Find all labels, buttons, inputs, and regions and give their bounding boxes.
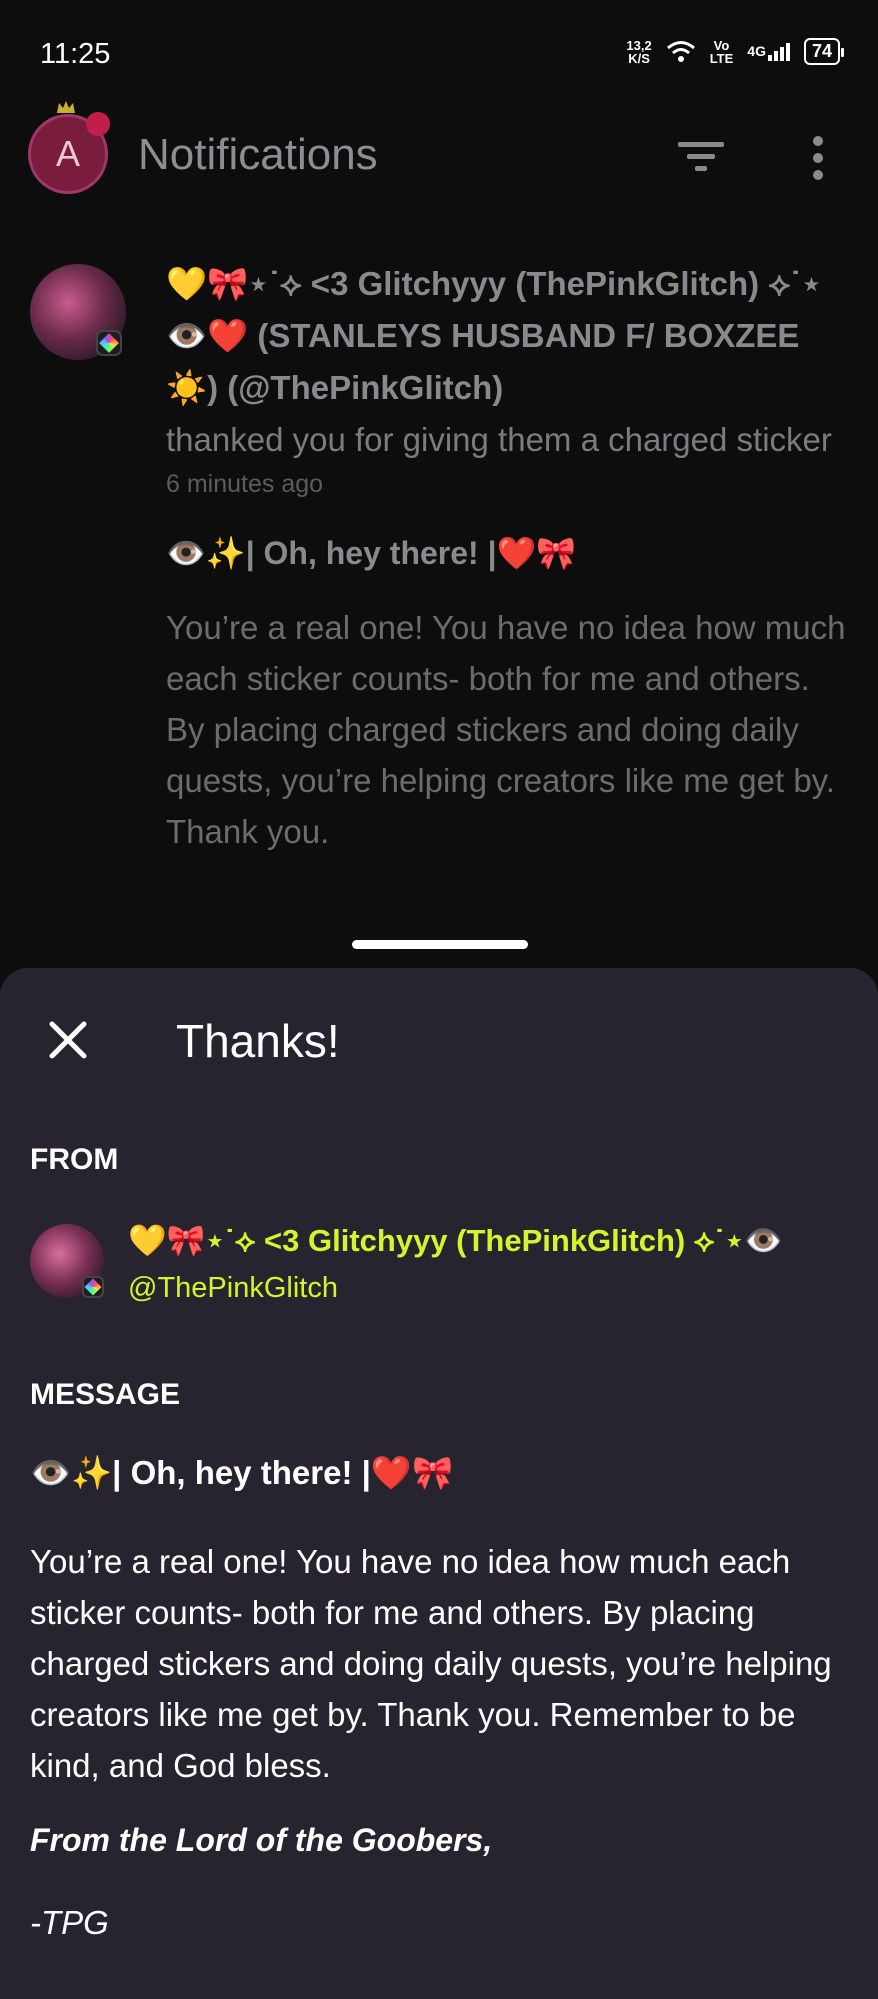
status-bar: 11:25 13,2 K/S Vo LTE 4G 74 (0, 0, 878, 110)
avatar-notification-dot (86, 112, 110, 136)
status-icons: 13,2 K/S Vo LTE 4G 74 (626, 37, 845, 66)
from-badge-icon (82, 1276, 104, 1298)
signal-icon: 4G (747, 42, 790, 61)
crown-icon (57, 101, 75, 113)
wifi-icon (666, 40, 695, 62)
net-speed: 13,2 K/S (626, 37, 652, 66)
message-title: 👁️✨| Oh, hey there! |❤️🎀 (30, 1454, 454, 1491)
from-handle[interactable]: @ThePinkGlitch (128, 1272, 338, 1305)
message-label: MESSAGE (30, 1378, 181, 1411)
notification-message-title: 👁️✨| Oh, hey there! |❤️🎀 (166, 535, 577, 571)
notification-item[interactable]: 💛🎀⋆˙⟡ <3 Glitchyyy (ThePinkGlitch) ⟡˙⋆👁️… (166, 258, 846, 857)
close-icon[interactable] (48, 1020, 88, 1060)
battery-icon: 74 (803, 38, 845, 65)
message-signature: From the Lord of the Goobers, (30, 1822, 493, 1858)
from-name[interactable]: 💛🎀⋆˙⟡ <3 Glitchyyy (ThePinkGlitch) ⟡˙⋆👁️ (128, 1222, 878, 1260)
sheet-title: Thanks! (176, 1015, 340, 1067)
status-time: 11:25 (40, 38, 111, 70)
home-indicator[interactable] (352, 940, 528, 949)
more-vert-icon[interactable] (806, 136, 830, 180)
message-body: You’re a real one! You have no idea how … (30, 1543, 832, 1784)
filter-icon[interactable] (678, 138, 724, 174)
sender-badge-icon (96, 330, 122, 356)
volte-indicator: Vo LTE (709, 37, 734, 66)
notification-sender-name[interactable]: 💛🎀⋆˙⟡ <3 Glitchyyy (ThePinkGlitch) ⟡˙⋆👁️… (166, 258, 846, 414)
notification-action-text: thanked you for giving them a charged st… (166, 421, 832, 458)
from-label: FROM (30, 1143, 119, 1176)
notification-message-preview: You’re a real one! You have no idea how … (166, 609, 846, 850)
page-title: Notifications (138, 130, 378, 179)
notification-time: 6 minutes ago (166, 470, 324, 498)
message-signoff: -TPG (30, 1904, 109, 1941)
